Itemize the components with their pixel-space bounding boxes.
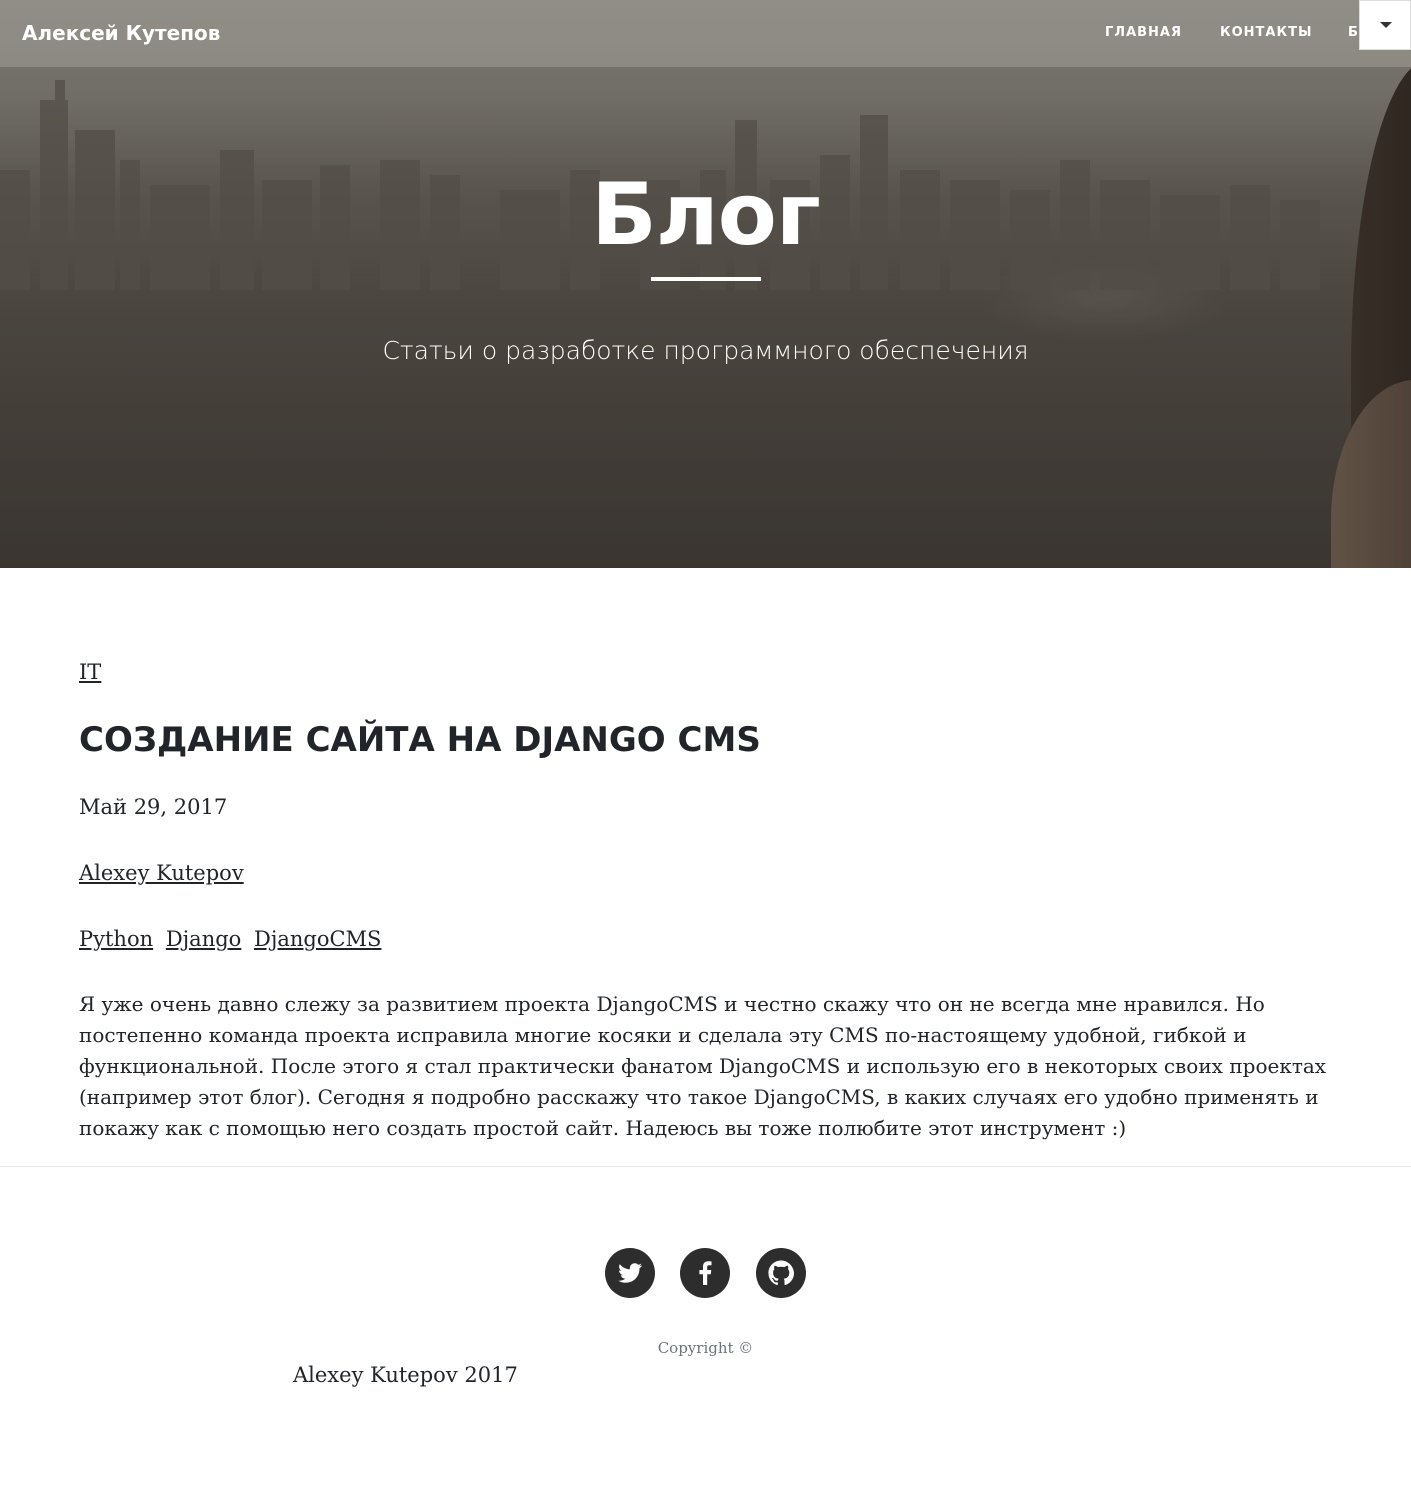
tag-link-python[interactable]: Python: [79, 927, 153, 951]
github-icon: [768, 1260, 794, 1286]
post-category-link[interactable]: IT: [79, 657, 101, 687]
copyright-owner: Alexey Kutepov 2017: [293, 1363, 518, 1387]
hero-divider: [651, 277, 761, 281]
nav-link-home[interactable]: ГЛАВНАЯ: [1105, 24, 1182, 42]
page-subtitle: Статьи о разработке программного обеспеч…: [382, 336, 1029, 365]
page-title: Блог: [591, 165, 821, 265]
facebook-link[interactable]: [680, 1248, 730, 1298]
hero-header: Блог Статьи о разработке программного об…: [0, 0, 1411, 568]
github-link[interactable]: [756, 1248, 806, 1298]
post-tags: Python Django DjangoCMS: [79, 924, 387, 954]
navbar: Алексей Кутепов ГЛАВНАЯ КОНТАКТЫ БЛ: [0, 0, 1411, 67]
post-author-link[interactable]: Alexey Kutepov: [79, 858, 244, 888]
copyright-label: Copyright ©: [657, 1339, 754, 1357]
post-excerpt: Я уже очень давно слежу за развитием про…: [79, 992, 1327, 1140]
post-date: Май 29, 2017: [79, 795, 228, 819]
caret-down-icon: [1380, 22, 1392, 28]
tag-link-django[interactable]: Django: [166, 927, 241, 951]
twitter-icon: [618, 1263, 642, 1283]
twitter-link[interactable]: [605, 1248, 655, 1298]
facebook-icon: [699, 1261, 712, 1285]
nav-link-contacts[interactable]: КОНТАКТЫ: [1220, 24, 1312, 42]
tag-link-djangocms[interactable]: DjangoCMS: [254, 927, 381, 951]
content-separator: [0, 1166, 1411, 1167]
hero-overlay: [0, 0, 1411, 568]
brand-link[interactable]: Алексей Кутепов: [22, 19, 220, 47]
post-title[interactable]: СОЗДАНИЕ САЙТА НА DJANGO CMS: [79, 718, 761, 762]
nav-dropdown-toggle[interactable]: [1359, 0, 1411, 50]
